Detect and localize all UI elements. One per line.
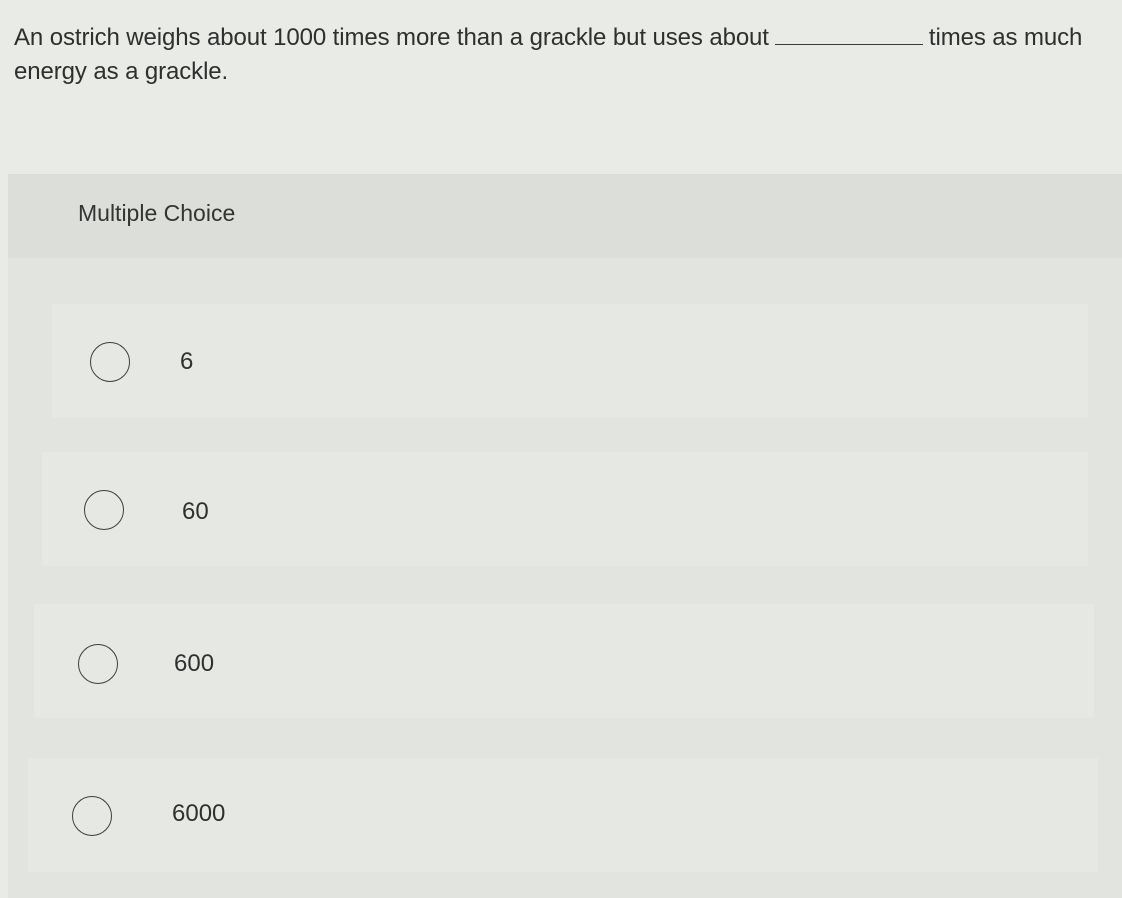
choice-option-60[interactable]: 60 bbox=[42, 452, 1088, 566]
multiple-choice-header: Multiple Choice bbox=[8, 174, 1122, 258]
choice-label: 6000 bbox=[172, 800, 226, 827]
choice-option-600[interactable]: 600 bbox=[34, 604, 1094, 718]
radio-button[interactable] bbox=[90, 342, 130, 382]
multiple-choice-title: Multiple Choice bbox=[78, 200, 236, 226]
question-text: An ostrich weighs about 1000 times more … bbox=[14, 20, 1109, 89]
answer-blank bbox=[774, 20, 923, 45]
choice-option-6[interactable]: 6 bbox=[52, 304, 1088, 418]
choice-label: 60 bbox=[182, 498, 209, 525]
choice-label: 6 bbox=[180, 348, 194, 375]
question-text-before: An ostrich weighs about 1000 times more … bbox=[14, 24, 769, 51]
radio-button[interactable] bbox=[78, 644, 118, 684]
radio-button[interactable] bbox=[72, 796, 112, 836]
choice-option-6000[interactable]: 6000 bbox=[28, 758, 1098, 872]
choice-label: 600 bbox=[174, 650, 215, 677]
radio-button[interactable] bbox=[84, 490, 124, 530]
multiple-choice-panel: Multiple Choice 6 60 600 6000 bbox=[8, 174, 1122, 898]
